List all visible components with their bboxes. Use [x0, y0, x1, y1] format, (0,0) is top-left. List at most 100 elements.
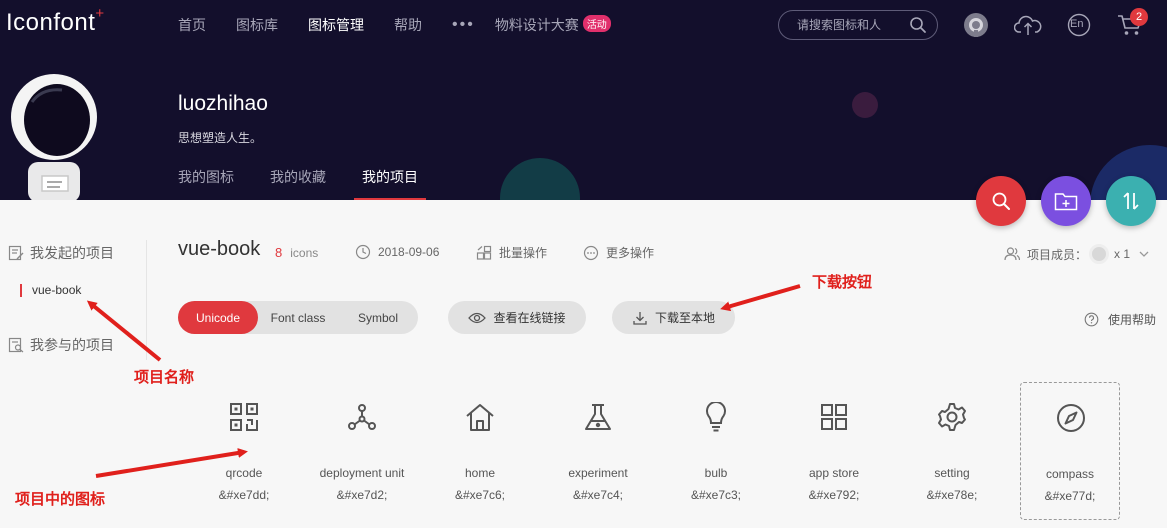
mode-unicode[interactable]: Unicode [178, 301, 258, 334]
view-online-link-button[interactable]: 查看在线链接 [448, 301, 586, 334]
sidebar-item-vue-book[interactable]: vue-book [20, 284, 81, 297]
member-avatar [1089, 244, 1110, 264]
project-icon-count: 8 icons [275, 245, 318, 260]
profile-username: luozhihao [178, 92, 268, 115]
main-nav: 首页 图标库 图标管理 帮助 ••• 物料设计大赛 活动 [178, 15, 641, 35]
mode-symbol[interactable]: Symbol [338, 301, 418, 334]
clock-icon [355, 244, 371, 260]
github-avatar-icon[interactable] [961, 10, 991, 40]
font-mode-switch: Unicode Font class Symbol [178, 301, 418, 334]
upload-cloud-icon[interactable] [1013, 10, 1043, 40]
app-store-icon [821, 404, 847, 430]
icon-code: &#xe7c3; [690, 488, 742, 502]
icon-code: &#xe7dd; [218, 488, 270, 502]
icon-code: &#xe77d; [1044, 489, 1096, 503]
experiment-icon [585, 404, 611, 430]
tab-my-icons[interactable]: 我的图标 [178, 167, 234, 200]
tab-my-favorites[interactable]: 我的收藏 [270, 167, 326, 200]
icon-card-deployment-unit[interactable]: deployment unit &#xe7d2; [312, 382, 412, 520]
bulb-icon [706, 402, 726, 432]
usage-help-label: 使用帮助 [1108, 313, 1157, 327]
nav-design-contest[interactable]: 物料设计大赛 活动 [495, 15, 611, 35]
created-projects-label: 我发起的项目 [30, 245, 114, 261]
search-input[interactable] [797, 18, 909, 32]
members-label: 项目成员： [1027, 247, 1088, 262]
view-online-link-label: 查看在线链接 [493, 311, 566, 325]
nav-home[interactable]: 首页 [178, 15, 206, 35]
icon-card-compass[interactable]: compass &#xe77d; [1020, 382, 1120, 520]
download-button[interactable]: 下载至本地 [612, 301, 735, 334]
annotation-project-icons: 项目中的图标 [15, 491, 106, 508]
batch-operation-button[interactable]: 批量操作 [476, 244, 547, 261]
tab-my-projects[interactable]: 我的项目 [354, 167, 426, 200]
icon-card-home[interactable]: home &#xe7c6; [430, 382, 530, 520]
nav-more-icon[interactable]: ••• [452, 16, 475, 34]
icon-card-app-store[interactable]: app store &#xe792; [784, 382, 884, 520]
created-projects-heading[interactable]: 我发起的项目 [8, 243, 114, 263]
icon-code: &#xe7c6; [454, 488, 506, 502]
qrcode-icon [230, 403, 258, 431]
annotation-project-name: 项目名称 [134, 369, 195, 386]
icon-code: &#xe792; [808, 488, 860, 502]
more-operations-button[interactable]: 更多操作 [583, 244, 654, 261]
nav-icon-library[interactable]: 图标库 [236, 15, 278, 35]
search-box[interactable] [778, 10, 938, 40]
language-label: En [1070, 18, 1084, 30]
download-icon [633, 311, 647, 325]
download-label: 下载至本地 [654, 311, 715, 325]
user-avatar[interactable] [10, 72, 98, 200]
batch-icon [476, 245, 492, 260]
profile-tabs: 我的图标 我的收藏 我的项目 [178, 167, 454, 200]
mode-font-class[interactable]: Font class [258, 301, 338, 334]
setting-icon [938, 403, 966, 431]
decor-circle [852, 92, 878, 118]
icon-card-setting[interactable]: setting &#xe78e; [902, 382, 1002, 520]
annotation-download-button: 下载按钮 [812, 274, 873, 291]
nav-design-contest-label: 物料设计大赛 [494, 17, 579, 33]
usage-help-link[interactable]: 使用帮助 [1084, 311, 1156, 328]
sort-icon [1123, 192, 1139, 210]
profile-header: Iconfont+ 首页 图标库 图标管理 帮助 ••• 物料设计大赛活动 En… [0, 0, 1167, 200]
deployment-unit-icon [348, 404, 376, 430]
project-date: 2018-09-06 [355, 244, 439, 260]
search-project-button[interactable] [976, 176, 1026, 226]
chevron-down-icon [1139, 251, 1149, 257]
icon-card-qrcode[interactable]: qrcode &#xe7dd; [194, 382, 294, 520]
project-title: vue-book [178, 238, 261, 260]
eye-icon [468, 312, 487, 323]
event-badge: 活动 [582, 15, 611, 32]
project-date-value: 2018-09-06 [378, 245, 440, 259]
nav-icon-management[interactable]: 图标管理 [308, 15, 364, 35]
compass-icon [1057, 404, 1085, 432]
search-list-icon [8, 337, 24, 353]
language-switch-icon[interactable]: En [1064, 10, 1094, 40]
more-icon [583, 245, 599, 260]
batch-operation-label: 批量操作 [499, 246, 548, 260]
edit-list-icon [8, 245, 24, 261]
icon-code: &#xe7c4; [572, 488, 624, 502]
icon-card-experiment[interactable]: experiment &#xe7c4; [548, 382, 648, 520]
icon-count-value: 8 [275, 245, 283, 260]
folder-add-icon [1054, 193, 1078, 211]
search-icon [992, 192, 1010, 210]
icon-code: &#xe78e; [926, 488, 978, 502]
nav-help[interactable]: 帮助 [394, 15, 422, 35]
cart-count-badge: 2 [1130, 8, 1148, 26]
home-icon [466, 404, 494, 431]
sidebar-divider [146, 240, 147, 360]
sort-projects-button[interactable] [1106, 176, 1156, 226]
more-operations-label: 更多操作 [606, 246, 655, 260]
new-project-button[interactable] [1041, 176, 1091, 226]
iconfont-logo[interactable]: Iconfont+ [6, 5, 105, 37]
joined-projects-label: 我参与的项目 [30, 337, 114, 353]
search-icon[interactable] [909, 16, 927, 34]
decor-circle [500, 158, 580, 200]
project-members[interactable]: 项目成员： x 1 [1004, 244, 1150, 264]
help-icon [1084, 312, 1099, 327]
members-count: x 1 [1114, 247, 1131, 261]
members-icon [1004, 247, 1020, 261]
joined-projects-heading[interactable]: 我参与的项目 [8, 335, 114, 355]
arrow-to-download-button [720, 284, 801, 312]
icon-card-bulb[interactable]: bulb &#xe7c3; [666, 382, 766, 520]
profile-motto: 思想塑造人生。 [178, 131, 263, 145]
